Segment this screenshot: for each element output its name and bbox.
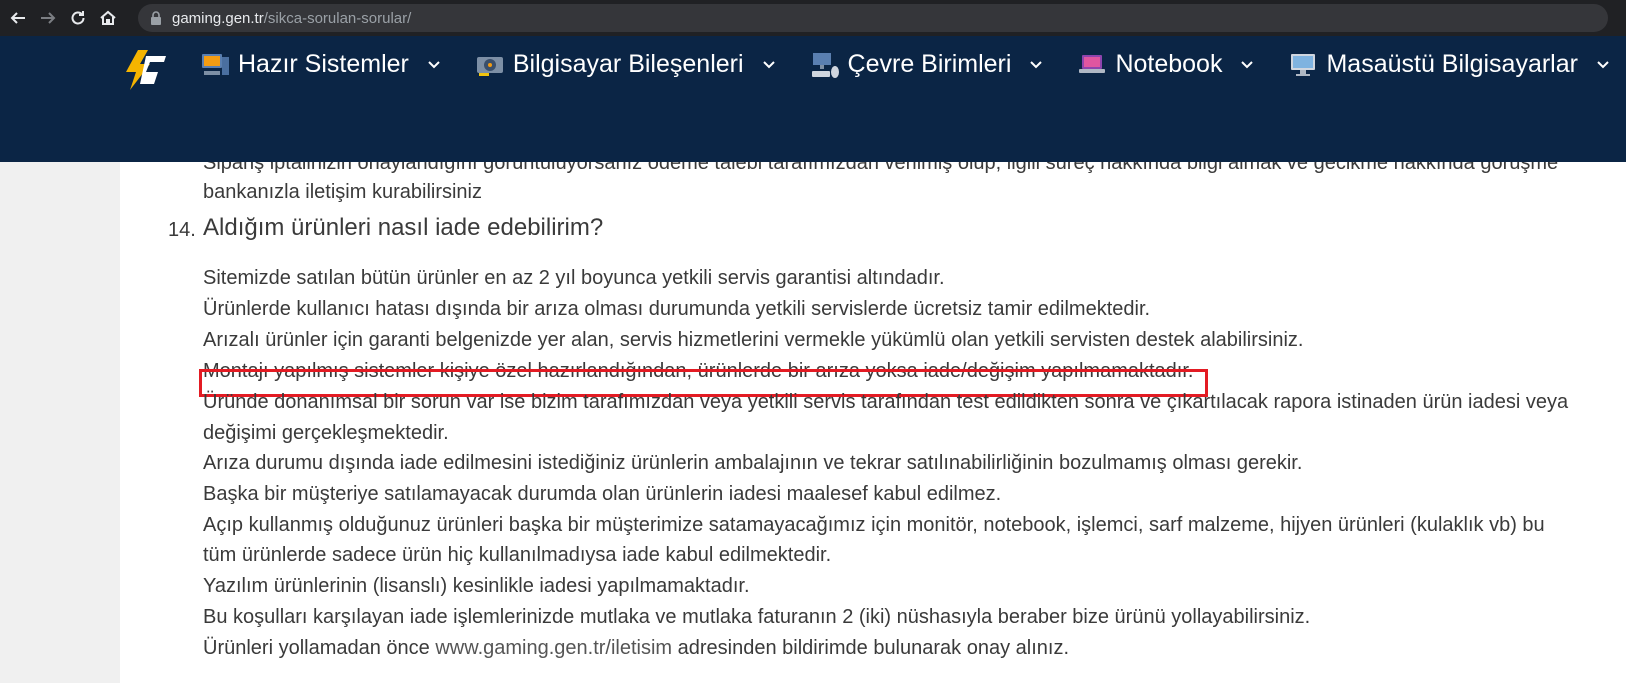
answer-line: Arıza durumu dışında iade edilmesini ist… xyxy=(203,452,1303,474)
menu-label: Çevre Birimleri xyxy=(847,50,1012,78)
menu-label: Notebook xyxy=(1115,50,1223,78)
faq-content: Sipariş iptalinizin onaylandığını görünt… xyxy=(120,162,1626,683)
home-icon xyxy=(100,10,116,25)
chevron-down-icon xyxy=(1597,60,1609,68)
url-host: gaming.gen.tr xyxy=(172,9,264,27)
menu-label: Bilgisayar Bileşenleri xyxy=(512,50,744,78)
answer-line: Başka bir müşteriye satılamayacak durumd… xyxy=(203,483,1002,505)
menu-item-cevre-birimleri[interactable]: Çevre Birimleri xyxy=(810,50,1044,79)
chevron-down-icon xyxy=(1241,60,1254,68)
browser-toolbar: gaming.gen.tr/sikca-sorulan-sorular/ xyxy=(0,0,1626,36)
graphics-card-icon xyxy=(476,56,503,76)
menu-item-notebook[interactable]: Notebook xyxy=(1077,50,1254,79)
answer-line: Sitemizde satılan bütün ürünler en az 2 … xyxy=(203,267,945,289)
contact-text-before: Ürünleri yollamadan önce xyxy=(203,637,436,659)
answer-line: Bu koşulları karşılayan iade işlemlerini… xyxy=(203,606,1311,628)
contact-text-after: adresinden bildirimde bulunarak onay alı… xyxy=(672,637,1069,659)
menu-item-hazir-sistemler[interactable]: Hazır Sistemler xyxy=(200,50,441,79)
answer-line: tüm ürünlerde sadece ürün hiç kullanılma… xyxy=(203,544,832,566)
menu-item-bilgisayar-bilesenleri[interactable]: Bilgisayar Bileşenleri xyxy=(475,50,776,79)
reload-icon xyxy=(71,11,85,25)
answer-line: Ürünlerde kullanıcı hatası dışında bir a… xyxy=(203,298,1151,320)
reload-button[interactable] xyxy=(66,6,90,30)
site-logo[interactable] xyxy=(120,48,170,92)
question-title: Aldığım ürünleri nasıl iade edebilirim? xyxy=(203,214,604,241)
answer-line: değişimi gerçekleşmektedir. xyxy=(203,422,449,444)
answer-line: Açıp kullanmış olduğunuz ürünleri başka … xyxy=(203,514,1545,536)
contact-link[interactable]: www.gaming.gen.tr/iletisim xyxy=(435,637,672,659)
forward-button[interactable] xyxy=(36,6,60,30)
previous-answer-line: bankanızla iletişim kurabilirsiniz xyxy=(203,181,482,203)
chevron-down-icon xyxy=(1030,60,1043,68)
site-header: Hazır Sistemler Bilgisayar Bileşenleri Ç… xyxy=(0,36,1626,162)
desktop-icon xyxy=(1291,53,1316,76)
answer-line: Arızalı ürünler için garanti belgenizde … xyxy=(203,329,1304,351)
arrow-right-icon xyxy=(41,12,56,24)
home-button[interactable] xyxy=(96,6,120,30)
menu-item-masaustu-bilgisayarlar[interactable]: Masaüstü Bilgisayarlar xyxy=(1288,50,1610,79)
answer-line-contact: Ürünleri yollamadan önce www.gaming.gen.… xyxy=(203,637,1069,660)
answer-line: Üründe donanımsal bir sorun var ise bizi… xyxy=(203,391,1569,413)
address-bar[interactable]: gaming.gen.tr/sikca-sorulan-sorular/ xyxy=(138,4,1608,32)
lock-icon xyxy=(151,11,161,25)
chevron-down-icon xyxy=(428,60,440,68)
back-button[interactable] xyxy=(6,6,30,30)
arrow-left-icon xyxy=(10,12,25,24)
main-menu: Hazır Sistemler Bilgisayar Bileşenleri Ç… xyxy=(200,50,1626,79)
url-path: /sikca-sorulan-sorular/ xyxy=(263,9,412,27)
menu-label: Hazır Sistemler xyxy=(238,50,409,78)
previous-answer-line: Sipariş iptalinizin onaylandığını görünt… xyxy=(203,162,1559,174)
menu-label: Masaüstü Bilgisayarlar xyxy=(1326,50,1578,78)
laptop-icon xyxy=(1079,54,1106,73)
chevron-down-icon xyxy=(762,60,775,68)
peripherals-icon xyxy=(811,52,839,78)
question-number: 14. xyxy=(168,219,196,241)
answer-line: Yazılım ürünlerinin (lisanslı) kesinlikl… xyxy=(203,575,750,597)
gaming-pc-icon xyxy=(202,53,229,75)
url-text: gaming.gen.tr/sikca-sorulan-sorular/ xyxy=(172,10,411,27)
